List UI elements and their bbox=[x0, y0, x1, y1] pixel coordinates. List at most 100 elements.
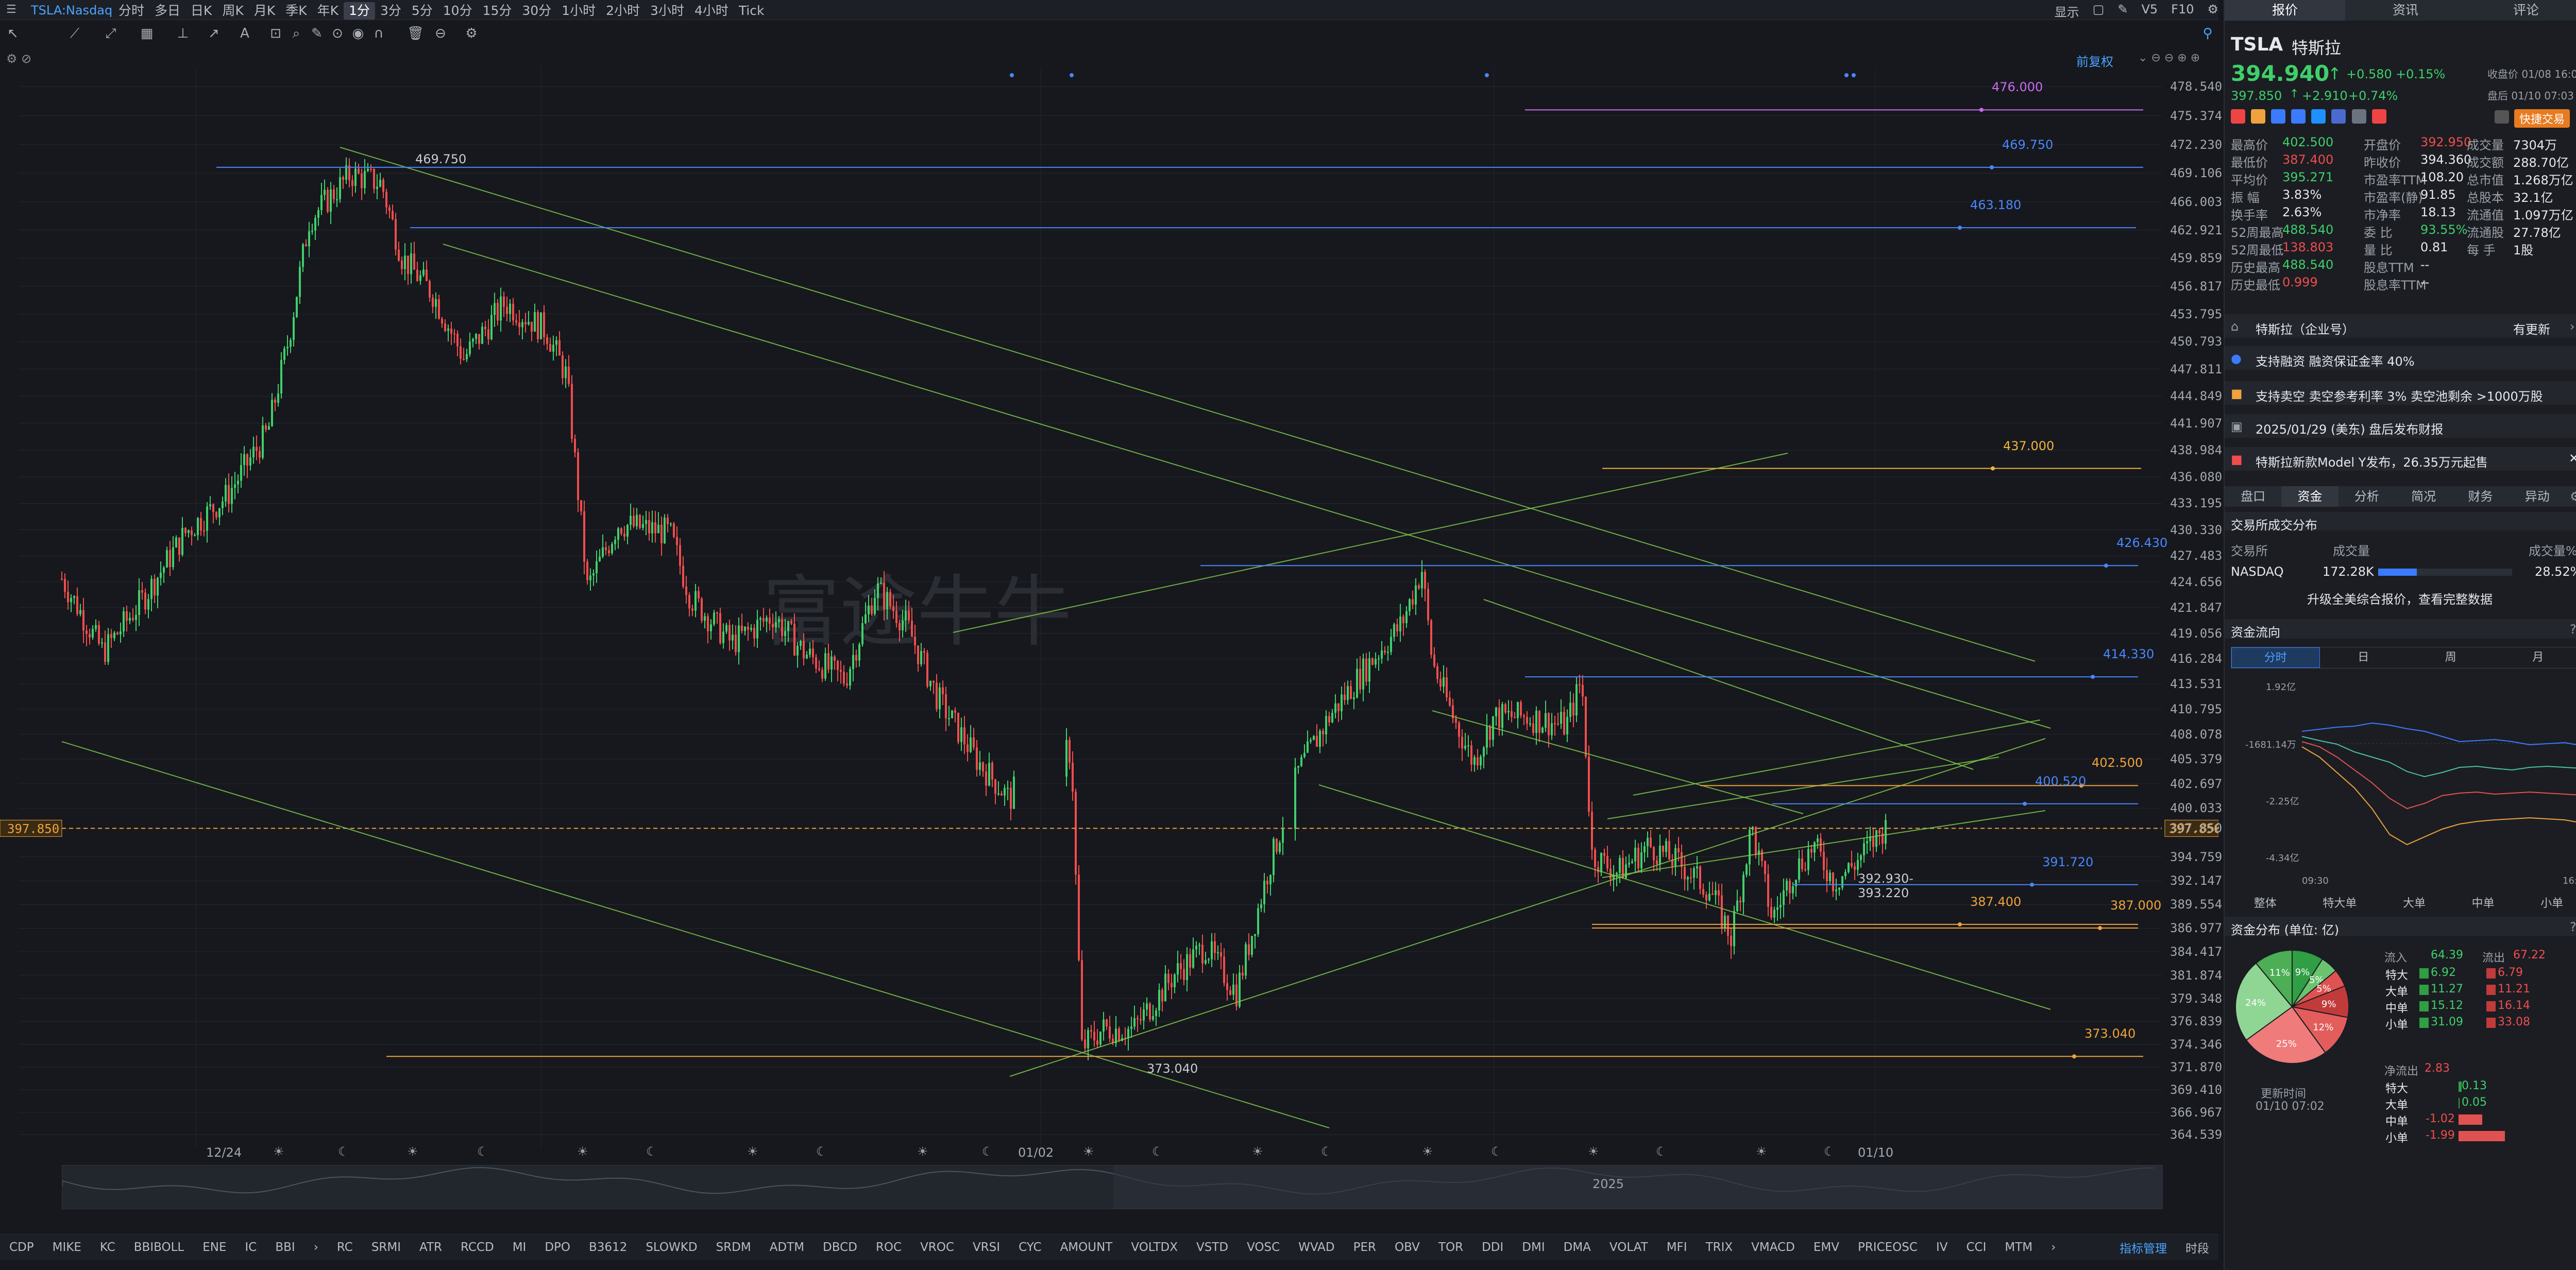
draw-icon[interactable]: ✎ bbox=[2117, 2, 2128, 20]
indicator-item[interactable]: › bbox=[304, 1241, 328, 1254]
zoom-icon[interactable]: ⌕ bbox=[289, 26, 304, 41]
indicator-item[interactable]: AMOUNT bbox=[1051, 1241, 1122, 1254]
tool-settings-icon[interactable]: ⚙ bbox=[464, 26, 479, 41]
menu-icon[interactable]: ☰ bbox=[6, 3, 16, 16]
indicator-item[interactable]: BBI bbox=[266, 1241, 304, 1254]
indicator-item[interactable]: IV bbox=[1927, 1241, 1957, 1254]
period-tab[interactable]: 5分 bbox=[406, 2, 438, 20]
indicator-item[interactable]: BBIBOLL bbox=[125, 1241, 193, 1254]
indicator-item[interactable]: CDP bbox=[0, 1241, 43, 1254]
settings-icon[interactable]: ⚙ bbox=[2207, 2, 2218, 20]
subtab[interactable]: 分析 bbox=[2338, 486, 2395, 507]
upgrade-link[interactable]: 升级全美综合报价，查看完整数据 bbox=[2307, 589, 2493, 607]
hide-icon[interactable]: ⊖ bbox=[433, 26, 448, 41]
period-tab[interactable]: 3分 bbox=[375, 2, 406, 20]
period-tab[interactable]: 10分 bbox=[438, 2, 478, 20]
indicator-item[interactable]: MIKE bbox=[43, 1241, 91, 1254]
flow-tab[interactable]: 分时 bbox=[2231, 647, 2320, 668]
period-tab[interactable]: 30分 bbox=[517, 2, 556, 20]
chart-settings-icon[interactable]: ⚙ ⊘ bbox=[6, 52, 31, 66]
indicator-item[interactable]: EMV bbox=[1804, 1241, 1849, 1254]
short-row[interactable]: ■ 支持卖空 卖空参考利率 3% 卖空池剩余 >1000万股 bbox=[2225, 381, 2576, 405]
flow-legend-item[interactable]: 小单 bbox=[2540, 894, 2563, 911]
ray-icon[interactable]: ⤢ bbox=[103, 26, 118, 41]
quick-trade-button[interactable]: 快捷交易 bbox=[2514, 109, 2570, 128]
indicator-item[interactable]: ATR bbox=[410, 1241, 451, 1254]
text-icon[interactable]: A bbox=[237, 26, 252, 41]
indicator-item[interactable]: CYC bbox=[1009, 1241, 1051, 1254]
display-menu[interactable]: 显示 bbox=[2055, 2, 2079, 20]
indicator-item[interactable]: VOLTDX bbox=[1122, 1241, 1187, 1254]
indicator-item[interactable]: RCCD bbox=[451, 1241, 503, 1254]
indicator-item[interactable]: VOSC bbox=[1238, 1241, 1289, 1254]
period-tab[interactable]: 周K bbox=[217, 2, 248, 20]
dist-help-icon[interactable]: ? bbox=[2570, 920, 2576, 934]
indicator-item[interactable]: MFI bbox=[1657, 1241, 1697, 1254]
period-tab[interactable]: 多日 bbox=[149, 2, 185, 20]
indicator-item[interactable]: ROC bbox=[867, 1241, 911, 1254]
indicator-item[interactable]: B3612 bbox=[580, 1241, 636, 1254]
indicator-item[interactable]: OBV bbox=[1385, 1241, 1429, 1254]
news-row[interactable]: ■ 特斯拉新款Model Y发布，26.35万元起售 ✕ bbox=[2225, 447, 2576, 471]
tab-quote[interactable]: 报价 bbox=[2225, 0, 2345, 21]
f10-button[interactable]: F10 bbox=[2171, 2, 2194, 20]
indicator-item[interactable]: PRICEOSC bbox=[1849, 1241, 1927, 1254]
period-tab[interactable]: 年K bbox=[312, 2, 344, 20]
indicator-item[interactable]: RC bbox=[328, 1241, 362, 1254]
layout-icon[interactable]: ▢ bbox=[2093, 2, 2105, 20]
flow-legend-item[interactable]: 特大单 bbox=[2323, 894, 2357, 911]
period-tab[interactable]: 2小时 bbox=[601, 2, 645, 20]
tab-news[interactable]: 资讯 bbox=[2345, 0, 2466, 21]
indicator-item[interactable]: MTM bbox=[1995, 1241, 2042, 1254]
indicator-item[interactable]: PER bbox=[1344, 1241, 1385, 1254]
indicator-item[interactable]: DMA bbox=[1554, 1241, 1600, 1254]
chart-controls-icon[interactable]: ⌄ ⊖ ⊖ ⊕ ⊕ bbox=[2138, 52, 2200, 64]
indicator-item[interactable]: VRSI bbox=[963, 1241, 1009, 1254]
horizontal-line-icon[interactable]: ⊥ bbox=[175, 26, 191, 41]
flow-tab[interactable]: 周 bbox=[2407, 647, 2495, 668]
lock-icon[interactable]: ⊙ bbox=[330, 26, 345, 41]
period-tab[interactable]: 季K bbox=[280, 2, 312, 20]
subtab[interactable]: 资金 bbox=[2281, 486, 2338, 507]
period-tab[interactable]: 4小时 bbox=[689, 2, 734, 20]
close-icon[interactable]: ✕ bbox=[2569, 451, 2576, 466]
period-tab[interactable]: Tick bbox=[734, 2, 770, 20]
indicator-item[interactable]: DBCD bbox=[814, 1241, 867, 1254]
flow-tab[interactable]: 月 bbox=[2495, 647, 2576, 668]
earnings-row[interactable]: ▣ 2025/01/29 (美东) 盘后发布财报 bbox=[2225, 414, 2576, 438]
flow-legend-item[interactable]: 整体 bbox=[2254, 894, 2277, 911]
indicator-item[interactable]: MI bbox=[503, 1241, 536, 1254]
indicator-item[interactable]: TOR bbox=[1429, 1241, 1472, 1254]
indicator-item[interactable]: SRDM bbox=[707, 1241, 760, 1254]
margin-row[interactable]: ● 支持融资 融资保证金率 40% bbox=[2225, 346, 2576, 370]
period-tab[interactable]: 15分 bbox=[478, 2, 517, 20]
period-tab[interactable]: 月K bbox=[249, 2, 280, 20]
period-tab[interactable]: 分时 bbox=[113, 2, 149, 20]
indicator-item[interactable]: TRIX bbox=[1697, 1241, 1742, 1254]
period-tab[interactable]: 1分 bbox=[344, 2, 375, 20]
trend-line-icon[interactable]: ⟋ bbox=[67, 26, 82, 41]
indicator-item[interactable]: ENE bbox=[193, 1241, 235, 1254]
indicator-item[interactable]: SRMI bbox=[362, 1241, 410, 1254]
period-tab[interactable]: 日K bbox=[185, 2, 217, 20]
cursor-icon[interactable]: ↖ bbox=[5, 26, 21, 41]
price-chart[interactable]: 富途牛牛397.850 397.850 bbox=[0, 49, 2218, 1157]
indicator-item[interactable]: VSTD bbox=[1187, 1241, 1238, 1254]
company-row[interactable]: ⌂ 特斯拉（企业号） 有更新 › bbox=[2225, 314, 2576, 338]
indicator-item[interactable]: ADTM bbox=[760, 1241, 814, 1254]
delete-icon[interactable]: 🗑 bbox=[407, 26, 424, 41]
flow-legend-item[interactable]: 中单 bbox=[2472, 894, 2495, 911]
indicator-item[interactable]: DDI bbox=[1472, 1241, 1513, 1254]
indicator-item[interactable]: KC bbox=[91, 1241, 125, 1254]
indicator-item[interactable]: VROC bbox=[911, 1241, 963, 1254]
arrow-icon[interactable]: ↗ bbox=[206, 26, 222, 41]
indicator-manage-button[interactable]: 指标管理 bbox=[2110, 1239, 2176, 1256]
v5-button[interactable]: V5 bbox=[2141, 2, 2158, 20]
measure-icon[interactable]: ⊡ bbox=[268, 26, 283, 41]
indicator-item[interactable]: DPO bbox=[535, 1241, 580, 1254]
brush-icon[interactable]: ✎ bbox=[309, 26, 325, 41]
period-tab[interactable]: 1小时 bbox=[556, 2, 601, 20]
flow-legend-item[interactable]: 大单 bbox=[2403, 894, 2426, 911]
adjust-label[interactable]: 前复权 bbox=[2076, 52, 2113, 70]
period-tab[interactable]: 3小时 bbox=[645, 2, 689, 20]
